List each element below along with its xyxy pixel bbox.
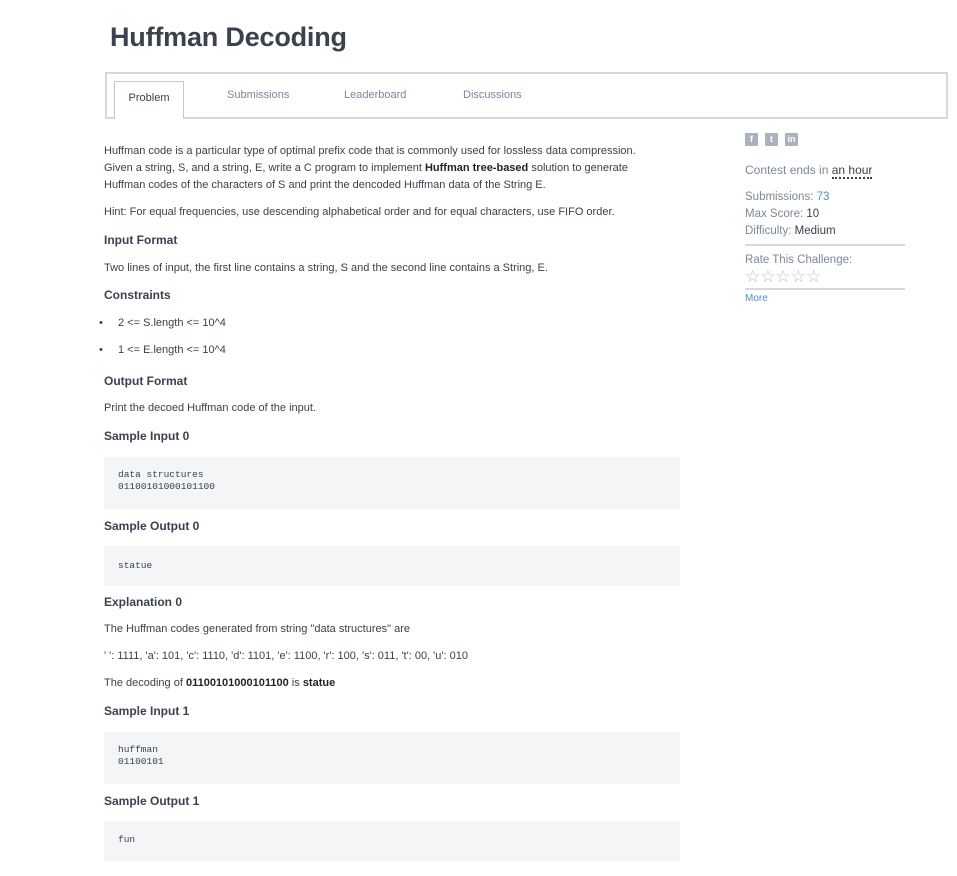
explanation-decoding: The decoding of 01100101000101100 is sta… xyxy=(104,677,336,689)
challenge-meta: Submissions: 73 Max Score: 10 Difficulty… xyxy=(745,189,905,240)
constraints-heading: Constraints xyxy=(104,288,171,302)
sample-input-1-heading: Sample Input 1 xyxy=(104,704,190,718)
max-score: Max Score: 10 xyxy=(745,208,820,220)
sample-output-0-heading: Sample Output 0 xyxy=(104,519,200,533)
contest-time-value: an hour xyxy=(831,163,873,179)
submissions-link[interactable]: 73 xyxy=(817,191,830,203)
twitter-icon[interactable]: t xyxy=(765,133,778,146)
hint-text: Hint: For equal frequencies, use descend… xyxy=(104,206,615,218)
sample-input-0-heading: Sample Input 0 xyxy=(104,429,190,443)
sample-output-1-heading: Sample Output 1 xyxy=(104,794,200,808)
linkedin-icon[interactable]: in xyxy=(785,133,798,146)
output-format-text: Print the decoed Huffman code of the inp… xyxy=(104,402,316,414)
constraints-list: 2 <= S.length <= 10^4 1 <= E.length <= 1… xyxy=(99,315,684,359)
sample-output-0-code: statue xyxy=(104,546,680,586)
input-format-heading: Input Format xyxy=(104,233,178,247)
divider xyxy=(745,288,905,290)
problem-statement: Huffman code is a particular type of opt… xyxy=(99,143,684,861)
page-title: Huffman Decoding xyxy=(110,22,347,52)
tab-problem[interactable]: Problem xyxy=(114,81,184,119)
output-format-heading: Output Format xyxy=(104,374,188,388)
list-item: 2 <= S.length <= 10^4 xyxy=(99,315,684,332)
divider xyxy=(745,244,905,246)
rate-challenge-title: Rate This Challenge: xyxy=(745,254,853,266)
sample-input-1-code: huffman 01100101 xyxy=(104,732,680,784)
contest-timer: Contest ends in an hour xyxy=(745,163,873,179)
facebook-icon[interactable]: f xyxy=(745,133,758,146)
tab-submissions[interactable]: Submissions xyxy=(227,89,289,101)
intro-line: Huffman codes of the characters of S and… xyxy=(104,179,546,191)
intro-line: Huffman code is a particular type of opt… xyxy=(104,145,636,157)
difficulty: Difficulty: Medium xyxy=(745,225,836,237)
challenge-sidebar: f t in Contest ends in an hour Submissio… xyxy=(745,133,905,304)
sample-input-0-code: data structures 01100101000101100 xyxy=(104,457,680,509)
sample-output-1-code: fun xyxy=(104,821,680,861)
explanation-text: The Huffman codes generated from string … xyxy=(104,623,410,635)
intro-line: Given a string, S, and a string, E, writ… xyxy=(104,162,628,174)
share-icons: f t in xyxy=(745,133,905,146)
tab-discussions[interactable]: Discussions xyxy=(463,89,522,101)
explanation-codes: ' ': 1111, 'a': 101, 'c': 1110, 'd': 110… xyxy=(104,650,468,662)
list-item: 1 <= E.length <= 10^4 xyxy=(99,342,684,359)
more-link[interactable]: More xyxy=(745,293,905,304)
tab-leaderboard[interactable]: Leaderboard xyxy=(344,89,406,101)
input-format-text: Two lines of input, the first line conta… xyxy=(104,262,548,274)
rating-stars[interactable]: ☆☆☆☆☆ xyxy=(745,268,905,286)
tab-bar: Problem Submissions Leaderboard Discussi… xyxy=(105,72,948,119)
explanation-0-heading: Explanation 0 xyxy=(104,595,183,609)
submissions-count: Submissions: 73 xyxy=(745,191,830,203)
